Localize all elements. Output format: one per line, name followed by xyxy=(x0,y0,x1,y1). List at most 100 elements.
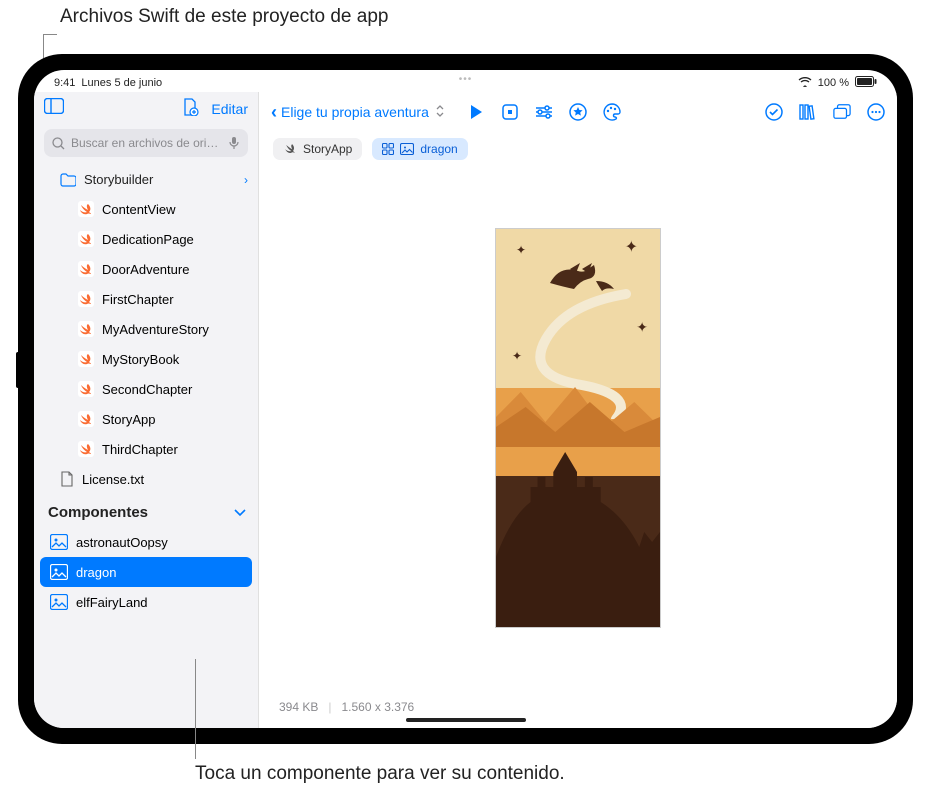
breadcrumb: StoryApp dragon xyxy=(259,132,897,166)
asset-elffairyland[interactable]: elfFairyLand xyxy=(34,587,258,617)
swift-file-mystorybook[interactable]: MyStoryBook xyxy=(34,344,258,374)
sidebar: Editar Buscar en archivos de ori… Storyb… xyxy=(34,92,259,728)
swift-file-dooradventure[interactable]: DoorAdventure xyxy=(34,254,258,284)
search-placeholder: Buscar en archivos de ori… xyxy=(71,136,218,150)
device-side-notch xyxy=(16,352,20,388)
asset-dimensions: 1.560 x 3.376 xyxy=(342,700,415,714)
image-icon xyxy=(50,534,68,550)
wifi-icon xyxy=(798,77,812,90)
callout-bottom-label: Toca un componente para ver su contenido… xyxy=(195,763,565,785)
status-date: Lunes 5 de junio xyxy=(81,77,162,89)
asset-label: elfFairyLand xyxy=(76,595,148,610)
swift-icon xyxy=(78,351,94,367)
chevron-right-icon: › xyxy=(244,173,248,187)
callout-top-label: Archivos Swift de este proyecto de app xyxy=(60,6,388,28)
callout-bottom-line xyxy=(195,659,196,759)
file-label: ThirdChapter xyxy=(102,442,178,457)
ipad-screen: ••• 9:41 Lunes 5 de junio 100 % xyxy=(34,70,897,728)
asset-size: 394 KB xyxy=(279,700,318,714)
swift-icon xyxy=(78,441,94,457)
palette-icon[interactable] xyxy=(603,103,621,121)
sparkle-icon: ✦ xyxy=(625,237,638,257)
library-icon[interactable] xyxy=(799,103,817,121)
ipad-frame: ••• 9:41 Lunes 5 de junio 100 % xyxy=(18,54,913,744)
status-battery-text: 100 % xyxy=(818,77,849,89)
sidebar-toggle-icon[interactable] xyxy=(44,98,64,119)
dragon-artwork: ✦ ✦ ✦ ✦ xyxy=(495,228,661,628)
home-indicator[interactable] xyxy=(406,718,526,722)
search-input[interactable]: Buscar en archivos de ori… xyxy=(44,129,248,157)
folder-label: Storybuilder xyxy=(84,172,153,187)
file-list: Storybuilder › ContentView DedicationPag… xyxy=(34,165,258,728)
components-header-label: Componentes xyxy=(48,504,148,521)
main-area: ‹ Elige tu propia aventura xyxy=(259,92,897,728)
breadcrumb-asset[interactable]: dragon xyxy=(372,138,467,160)
swift-icon xyxy=(78,261,94,277)
sidebar-top-bar: Editar xyxy=(34,92,258,125)
document-icon xyxy=(60,471,74,487)
swift-file-dedicationpage[interactable]: DedicationPage xyxy=(34,224,258,254)
swift-file-myadventurestory[interactable]: MyAdventureStory xyxy=(34,314,258,344)
dropdown-icon xyxy=(435,105,445,120)
mic-icon[interactable] xyxy=(228,136,240,150)
chevron-down-icon xyxy=(234,504,246,521)
swift-icon xyxy=(78,381,94,397)
multitask-dots-icon[interactable]: ••• xyxy=(459,70,473,85)
check-circle-icon[interactable] xyxy=(765,103,783,121)
components-section-header[interactable]: Componentes xyxy=(34,494,258,527)
file-label: SecondChapter xyxy=(102,382,192,397)
swift-icon xyxy=(78,411,94,427)
windows-icon[interactable] xyxy=(833,103,851,121)
search-icon xyxy=(52,137,65,150)
swift-icon xyxy=(78,291,94,307)
sparkle-icon: ✦ xyxy=(516,243,526,257)
file-label: DedicationPage xyxy=(102,232,194,247)
swift-icon xyxy=(78,321,94,337)
swift-file-thirdchapter[interactable]: ThirdChapter xyxy=(34,434,258,464)
swift-icon xyxy=(78,201,94,217)
more-icon[interactable] xyxy=(867,103,885,121)
breadcrumb-asset-label: dragon xyxy=(420,142,457,156)
asset-label: astronautOopsy xyxy=(76,535,168,550)
file-label: MyStoryBook xyxy=(102,352,179,367)
views-icon xyxy=(382,143,394,155)
image-icon xyxy=(400,143,414,155)
swift-file-storyapp[interactable]: StoryApp xyxy=(34,404,258,434)
app-body: Editar Buscar en archivos de ori… Storyb… xyxy=(34,92,897,728)
stop-button[interactable] xyxy=(501,103,519,121)
run-button[interactable] xyxy=(467,103,485,121)
asset-dragon[interactable]: dragon xyxy=(40,557,252,587)
file-label: ContentView xyxy=(102,202,175,217)
star-badge-icon[interactable] xyxy=(569,103,587,121)
file-label: FirstChapter xyxy=(102,292,174,307)
image-icon xyxy=(50,564,68,580)
new-file-icon[interactable] xyxy=(181,98,199,119)
project-title: Elige tu propia aventura xyxy=(281,104,429,120)
file-label: MyAdventureStory xyxy=(102,322,209,337)
breadcrumb-app[interactable]: StoryApp xyxy=(273,138,362,160)
swift-file-firstchapter[interactable]: FirstChapter xyxy=(34,284,258,314)
image-icon xyxy=(50,594,68,610)
license-file[interactable]: License.txt xyxy=(34,464,258,494)
separator: | xyxy=(328,700,331,714)
battery-icon xyxy=(855,76,877,90)
asset-label: dragon xyxy=(76,565,116,580)
swift-file-contentview[interactable]: ContentView xyxy=(34,194,258,224)
swift-file-secondchapter[interactable]: SecondChapter xyxy=(34,374,258,404)
settings-sliders-icon[interactable] xyxy=(535,103,553,121)
asset-astronautoopsy[interactable]: astronautOopsy xyxy=(34,527,258,557)
mountains xyxy=(496,377,660,447)
preview-canvas[interactable]: ✦ ✦ ✦ ✦ xyxy=(259,166,897,690)
breadcrumb-app-label: StoryApp xyxy=(303,142,352,156)
edit-button[interactable]: Editar xyxy=(211,101,248,117)
chevron-left-icon: ‹ xyxy=(271,102,277,123)
file-label: StoryApp xyxy=(102,412,155,427)
swift-icon xyxy=(283,142,297,156)
license-label: License.txt xyxy=(82,472,144,487)
castle-silhouette xyxy=(496,447,660,627)
status-time: 9:41 xyxy=(54,77,75,89)
file-label: DoorAdventure xyxy=(102,262,189,277)
swift-icon xyxy=(78,231,94,247)
folder-storybuilder[interactable]: Storybuilder › xyxy=(34,165,258,194)
project-menu[interactable]: ‹ Elige tu propia aventura xyxy=(271,102,445,123)
